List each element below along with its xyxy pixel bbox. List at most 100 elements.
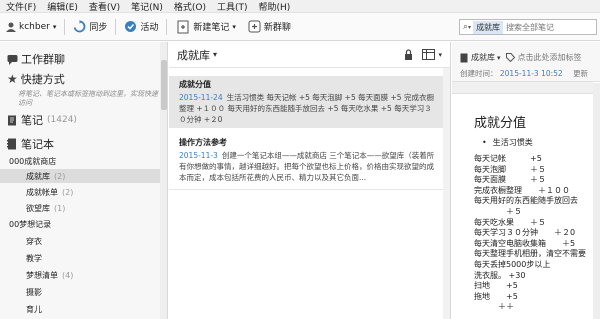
- editor-meta: 创建时间： 2015-11-3 10:52 更新: [460, 68, 588, 79]
- notebook-label: 育儿: [26, 305, 42, 314]
- search-input[interactable]: [506, 22, 587, 32]
- note-line: 完成衣橱整理 ＋１００: [474, 185, 570, 195]
- note-list-title[interactable]: 成就库: [177, 47, 210, 63]
- toolbar-divider: [166, 18, 168, 35]
- note-snippet: 2015-11-3 创建一个笔记本组——成就商店 三个笔记本——欲望库（装着所有你…: [179, 150, 435, 183]
- new-note-icon: [177, 20, 189, 33]
- user-name: kchber: [19, 21, 50, 32]
- notebook-count: (2): [62, 188, 74, 197]
- tag-input[interactable]: 点击此处添加标签: [518, 52, 582, 63]
- chevron-down-icon: ▾: [497, 53, 501, 62]
- menu-help[interactable]: 帮助(H): [259, 0, 291, 13]
- notebook-label: 教学: [26, 254, 42, 263]
- chat-bubble-icon: [7, 54, 18, 65]
- new-chat-label: 新群聊: [263, 23, 291, 33]
- notebook-label: 欲望库: [26, 204, 50, 213]
- note-list-header: 成就库 ▾ ▾: [169, 42, 450, 68]
- lock-icon[interactable]: [404, 49, 413, 60]
- notebook-label: 成就帐单: [26, 188, 58, 197]
- sidebar-label: 工作群聊: [21, 53, 65, 66]
- notebook-label: 穿衣: [26, 237, 42, 246]
- note-line: 每天吃水果 ＋５: [474, 217, 546, 227]
- stack-label: 00梦想记录: [9, 220, 52, 229]
- notebook-label: 梦想清单: [26, 271, 58, 280]
- user-menu[interactable]: kchber ▾: [6, 22, 56, 32]
- notebook-stack-achievement[interactable]: 000成就商店: [9, 156, 167, 167]
- menu-tools[interactable]: 工具(T): [217, 0, 248, 13]
- new-chat-button[interactable]: 新群聊: [248, 20, 291, 33]
- stack-label: 000成就商店: [9, 157, 57, 166]
- note-title: 操作方法参考: [179, 138, 227, 147]
- sidebar-item-shortcuts[interactable]: ★ 快捷方式: [7, 71, 167, 87]
- sidebar-label: 笔记: [21, 114, 43, 127]
- menu-edit[interactable]: 编辑(E): [47, 0, 78, 13]
- sidebar-item-dream-list[interactable]: 梦想清单 (4): [26, 270, 167, 281]
- note-title: 成就分值: [179, 80, 211, 89]
- search-box[interactable]: ⌕ ▾ 成就库: [459, 19, 597, 35]
- toolbar: kchber ▾ 同步 活动 新建笔记 ▾ 新群聊 ⌕ ▾ 成就库: [0, 13, 600, 41]
- format-toolbar: [452, 82, 593, 94]
- list-divider: [169, 189, 443, 190]
- note-line: 每天学习３０分钟 ＋２0: [474, 228, 576, 238]
- note-line: 洗衣服。 +30: [474, 270, 526, 280]
- notebook-stack-dreams[interactable]: 00梦想记录: [9, 219, 167, 230]
- notebook-label: 摄影: [26, 288, 42, 297]
- sidebar-item-clothing[interactable]: 穿衣: [26, 236, 167, 247]
- note-line: 每天面膜 ＋５: [474, 175, 546, 185]
- editor-notebook-selector[interactable]: 成就库 ▾ 点击此处添加标签: [460, 52, 582, 63]
- note-line: ＋＋: [474, 302, 514, 312]
- sidebar-item-notes[interactable]: 笔记 (1424): [7, 112, 167, 128]
- sidebar-item-work-chat[interactable]: 工作群聊: [7, 51, 167, 67]
- activity-label: 活动: [140, 23, 159, 33]
- note-list: 成就库 ▾ ▾ 成就分值 2015-11-24 生活习惯类 每天记帐 +5 每天泡…: [169, 42, 451, 319]
- sidebar-item-achievement-lib[interactable]: 成就库 (2): [0, 169, 160, 183]
- note-date: 2015-11-3: [179, 151, 218, 160]
- note-list-item[interactable]: 成就分值 2015-11-24 生活习惯类 每天记帐 +5 每天泡脚 +5 每天面…: [169, 76, 443, 128]
- note-date: 2015-11-24: [179, 93, 223, 102]
- note-list-item[interactable]: 操作方法参考 2015-11-3 创建一个笔记本组——成就商店 三个笔记本——欲望…: [169, 134, 443, 186]
- created-date: 2015-11-3 10:52: [499, 69, 563, 78]
- toolbar-divider: [64, 18, 66, 35]
- editor-header: 成就库 ▾ 点击此处添加标签 创建时间： 2015-11-3 10:52 更新: [452, 42, 600, 82]
- notebook-icon: [460, 53, 468, 62]
- note-list-scrollbar[interactable]: [443, 68, 450, 319]
- sidebar-item-parenting[interactable]: 育儿: [26, 304, 167, 315]
- note-line: 拖地 +5: [474, 291, 518, 301]
- activity-button[interactable]: 活动: [124, 20, 158, 33]
- sidebar-item-notebooks[interactable]: 笔记本: [7, 136, 167, 152]
- sidebar-item-photography[interactable]: 摄影: [26, 287, 167, 298]
- bullet-item[interactable]: • 生活习惯类: [482, 137, 533, 148]
- note-line: 每天清空电脑收集箱 ＋5: [474, 238, 576, 248]
- new-note-button[interactable]: 新建笔记 ▾: [177, 20, 236, 34]
- chevron-down-icon[interactable]: ▾: [213, 50, 217, 59]
- editor-scrollbar[interactable]: [593, 83, 600, 319]
- sidebar-scroll-thumb[interactable]: [161, 60, 167, 110]
- chevron-down-icon: ▾: [468, 23, 472, 31]
- note-line: ＋５: [474, 206, 522, 216]
- sync-button[interactable]: 同步: [73, 20, 107, 33]
- chevron-down-icon[interactable]: ▾: [438, 51, 442, 59]
- notebook-count: (4): [62, 271, 74, 280]
- sidebar: 工作群聊 ★ 快捷方式 将笔记、笔记本或标签拖动到这里，实现快速访问 笔记 (1…: [0, 42, 168, 319]
- sidebar-item-desire-lib[interactable]: 欲望库 (1): [26, 203, 167, 214]
- note-icon: [8, 115, 16, 125]
- notebook-label: 成就库: [26, 171, 50, 181]
- created-label: 创建时间：: [460, 69, 498, 78]
- user-icon: [6, 22, 16, 32]
- menu-view[interactable]: 查看(V): [89, 0, 120, 13]
- view-options-icon[interactable]: [422, 49, 438, 60]
- sidebar-item-teaching[interactable]: 教学: [26, 253, 167, 264]
- new-note-label: 新建笔记: [193, 23, 230, 33]
- chat-icon: [248, 20, 261, 33]
- note-title-field[interactable]: 成就分值: [474, 112, 526, 131]
- note-body[interactable]: 每天记帐 +5 每天泡脚 ＋５ 每天面膜 ＋５ 完成衣橱整理 ＋１００ 每天用好…: [474, 154, 586, 313]
- sidebar-item-achievement-bill[interactable]: 成就帐单 (2): [26, 187, 167, 198]
- chevron-down-icon: ▾: [52, 22, 57, 31]
- sidebar-label: 快捷方式: [20, 73, 65, 86]
- note-line: 每天用好的东西能随手放回去: [474, 196, 578, 206]
- note-line: 每天记帐 +5: [474, 154, 542, 163]
- menu-file[interactable]: 文件(F): [6, 0, 36, 13]
- search-scope-chip[interactable]: 成就库: [473, 20, 504, 34]
- menu-note[interactable]: 笔记(N): [131, 0, 163, 13]
- menu-format[interactable]: 格式(O): [174, 0, 206, 13]
